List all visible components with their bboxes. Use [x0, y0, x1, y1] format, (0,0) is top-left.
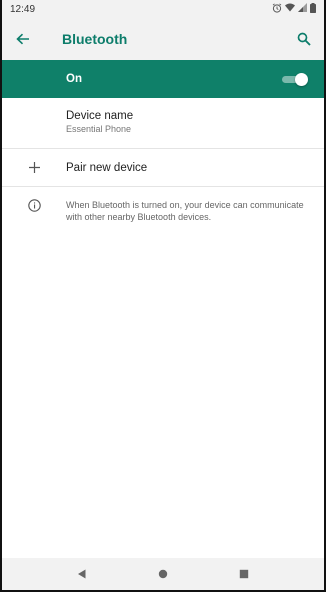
alarm-icon	[272, 3, 282, 16]
pair-new-device-row[interactable]: Pair new device	[2, 149, 324, 187]
back-icon[interactable]	[72, 564, 92, 584]
page-title: Bluetooth	[62, 31, 128, 47]
wifi-icon	[285, 3, 295, 15]
nav-bar	[2, 558, 324, 590]
pair-new-device-label: Pair new device	[66, 161, 148, 174]
bluetooth-toggle-label: On	[66, 73, 82, 85]
home-icon[interactable]	[153, 564, 173, 584]
info-row: When Bluetooth is turned on, your device…	[2, 187, 324, 223]
signal-icon	[298, 3, 307, 15]
info-text: When Bluetooth is turned on, your device…	[66, 200, 304, 222]
battery-icon	[310, 2, 316, 16]
app-bar: Bluetooth	[2, 18, 324, 60]
status-icons	[272, 2, 316, 16]
device-name-value: Essential Phone	[66, 124, 132, 134]
info-icon	[2, 199, 66, 212]
device-name-label: Device name	[66, 110, 134, 122]
recents-icon[interactable]	[234, 564, 254, 584]
switch-thumb	[295, 73, 308, 86]
device-name-content: Device name Essential Phone	[66, 98, 324, 134]
screen: 12:49 Bluetooth On Device name Essential…	[0, 0, 326, 592]
status-time: 12:49	[10, 3, 36, 15]
arrow-back-icon[interactable]	[12, 28, 34, 50]
bluetooth-toggle-bar[interactable]: On	[2, 60, 324, 98]
device-name-row[interactable]: Device name Essential Phone	[2, 98, 324, 149]
status-bar: 12:49	[2, 0, 324, 18]
plus-icon	[2, 162, 66, 173]
bluetooth-switch[interactable]	[282, 73, 308, 86]
search-icon[interactable]	[294, 29, 314, 49]
